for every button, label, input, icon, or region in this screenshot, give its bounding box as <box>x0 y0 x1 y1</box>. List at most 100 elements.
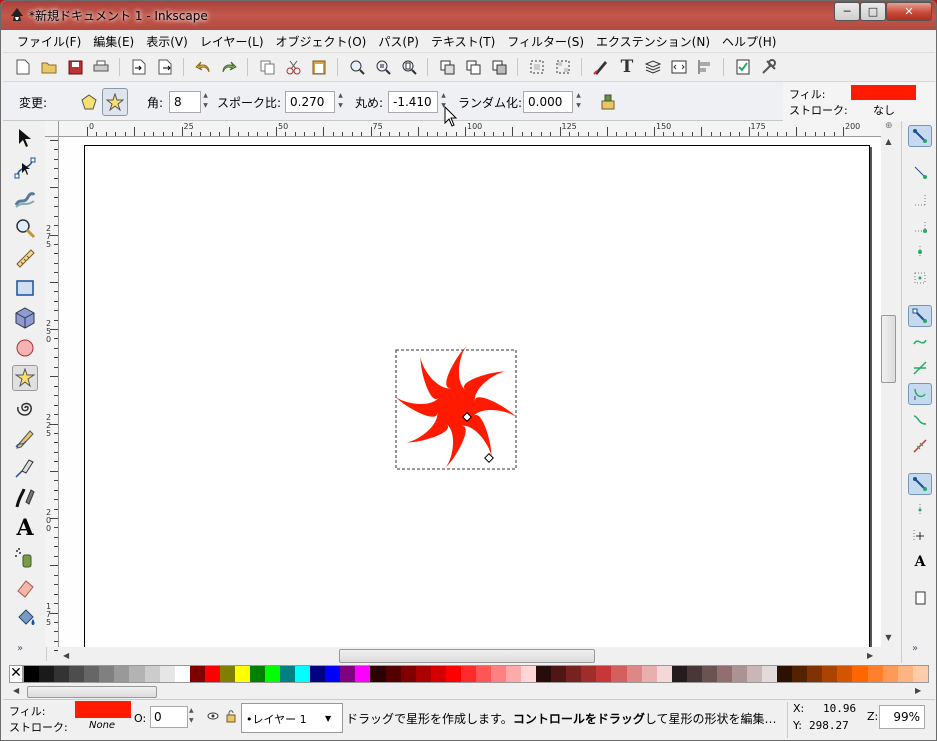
snap-rotation-centers-icon[interactable] <box>908 525 932 547</box>
snap-bbox-edges-icon[interactable] <box>908 189 932 211</box>
rectangle-tool-icon[interactable] <box>12 275 38 301</box>
palette-swatch[interactable] <box>822 666 838 682</box>
cut-icon[interactable] <box>283 57 303 77</box>
snapbar-expand-icon[interactable]: » <box>912 643 918 654</box>
palette-swatch[interactable] <box>716 666 732 682</box>
palette-swatch[interactable] <box>551 666 567 682</box>
spoke-ratio-spin-arrows[interactable]: ▲ ▼ <box>336 91 345 113</box>
spoke-ratio-input[interactable]: 0.270 <box>285 91 335 113</box>
menu-item-6[interactable]: テキスト(T) <box>425 33 501 50</box>
palette-swatch[interactable] <box>566 666 582 682</box>
spray-tool-icon[interactable] <box>12 545 38 571</box>
palette-scroll-thumb[interactable] <box>27 686 157 698</box>
horizontal-scroll-thumb[interactable] <box>339 649 595 663</box>
scroll-down-arrow[interactable]: ▼ <box>881 633 896 645</box>
export-icon[interactable] <box>155 57 175 77</box>
layers-dialog-icon[interactable] <box>643 57 663 77</box>
menu-item-8[interactable]: エクステンション(N) <box>590 33 716 50</box>
palette-swatch[interactable] <box>581 666 597 682</box>
menu-item-5[interactable]: パス(P) <box>372 33 425 50</box>
tweak-tool-icon[interactable] <box>12 185 38 211</box>
maximize-button[interactable]: □ <box>860 2 886 21</box>
palette-swatch[interactable] <box>54 666 70 682</box>
palette-swatch[interactable] <box>114 666 130 682</box>
palette-scroll-right[interactable]: ▶ <box>915 686 921 695</box>
snap-nodes-icon[interactable] <box>908 305 932 327</box>
palette-swatch[interactable] <box>159 666 175 682</box>
toolbox-expand-icon[interactable]: » <box>17 643 23 654</box>
star-mode-icon[interactable] <box>102 88 128 116</box>
palette-swatch[interactable] <box>129 666 145 682</box>
tip-handle[interactable] <box>484 453 494 463</box>
palette-swatch[interactable] <box>310 666 326 682</box>
no-paint-swatch-icon[interactable]: ✕ <box>9 665 23 683</box>
fill-swatch[interactable] <box>851 85 916 100</box>
clone-icon[interactable] <box>463 57 483 77</box>
style-indicator[interactable]: フィル: ストローク: なし <box>783 82 935 122</box>
palette-swatch[interactable] <box>445 666 461 682</box>
save-icon[interactable] <box>65 57 85 77</box>
eraser-tool-icon[interactable] <box>12 575 38 601</box>
menu-item-0[interactable]: ファイル(F) <box>11 33 87 50</box>
palette-swatch[interactable] <box>430 666 446 682</box>
menu-item-1[interactable]: 編集(E) <box>87 33 140 50</box>
palette-swatch[interactable] <box>189 666 205 682</box>
horizontal-ruler[interactable]: 0 25 50 75 100 125 150 175 200 <box>58 121 881 137</box>
palette-swatch[interactable] <box>837 666 853 682</box>
palette-swatch[interactable] <box>99 666 115 682</box>
palette-swatch[interactable] <box>731 666 747 682</box>
3d-box-tool-icon[interactable] <box>12 305 38 331</box>
menu-item-9[interactable]: ヘルプ(H) <box>716 33 782 50</box>
copy-icon[interactable] <box>257 57 277 77</box>
snap-intersections-icon[interactable] <box>908 357 932 379</box>
zoom-drawing-icon[interactable] <box>373 57 393 77</box>
palette-swatch[interactable] <box>340 666 356 682</box>
measure-tool-icon[interactable] <box>12 245 38 271</box>
zoom-page-icon[interactable] <box>399 57 419 77</box>
palette-swatch[interactable] <box>295 666 311 682</box>
palette-swatch[interactable] <box>219 666 235 682</box>
close-button[interactable]: ✕ <box>886 2 932 21</box>
palette-swatch[interactable] <box>641 666 657 682</box>
palette-swatch[interactable] <box>506 666 522 682</box>
palette-swatch[interactable] <box>852 666 868 682</box>
calligraphy-tool-icon[interactable] <box>12 485 38 511</box>
drawing-canvas[interactable] <box>59 137 881 647</box>
star-shape[interactable] <box>395 346 517 468</box>
spiral-tool-icon[interactable] <box>12 395 38 421</box>
pencil-tool-icon[interactable] <box>12 425 38 451</box>
palette-swatch[interactable] <box>204 666 220 682</box>
snap-others-icon[interactable] <box>908 473 932 495</box>
inkscape-app-icon[interactable] <box>9 7 25 23</box>
scroll-up-arrow[interactable]: ▲ <box>881 137 896 149</box>
snap-line-midpoints-icon[interactable] <box>908 435 932 457</box>
palette-scroll-left[interactable]: ◀ <box>13 686 19 695</box>
menu-item-4[interactable]: オブジェクト(O) <box>270 33 373 50</box>
text-font-dialog-icon[interactable]: T <box>617 57 637 77</box>
palette-swatch[interactable] <box>882 666 898 682</box>
canvas-overlay[interactable] <box>59 137 881 647</box>
randomized-spin-arrows[interactable]: ▲ ▼ <box>574 91 583 113</box>
palette-swatch[interactable] <box>686 666 702 682</box>
menu-item-3[interactable]: レイヤー(L) <box>194 33 270 50</box>
zoom-selection-icon[interactable] <box>347 57 367 77</box>
align-distribute-icon[interactable] <box>695 57 715 77</box>
palette-swatch[interactable] <box>671 666 687 682</box>
star-path[interactable] <box>395 346 517 468</box>
snap-text-baseline-icon[interactable]: A <box>908 551 932 573</box>
paste-icon[interactable] <box>309 57 329 77</box>
menu-item-2[interactable]: 表示(V) <box>140 33 194 50</box>
snap-smooth-nodes-icon[interactable] <box>908 409 932 431</box>
palette-swatch[interactable] <box>39 666 55 682</box>
palette-swatch[interactable] <box>355 666 371 682</box>
palette-swatch[interactable] <box>265 666 281 682</box>
palette-swatch[interactable] <box>385 666 401 682</box>
pen-tool-icon[interactable] <box>12 455 38 481</box>
palette-swatch[interactable] <box>475 666 491 682</box>
snap-enable-icon[interactable] <box>908 125 932 147</box>
minimize-button[interactable]: ─ <box>834 2 860 21</box>
vertical-ruler[interactable]: 2 7 5 2 5 0 2 2 5 2 0 0 1 7 5 <box>45 137 59 652</box>
snap-bbox-centers-icon[interactable] <box>908 267 932 289</box>
corners-input[interactable]: 8 <box>169 91 201 113</box>
palette-swatch[interactable] <box>777 666 793 682</box>
